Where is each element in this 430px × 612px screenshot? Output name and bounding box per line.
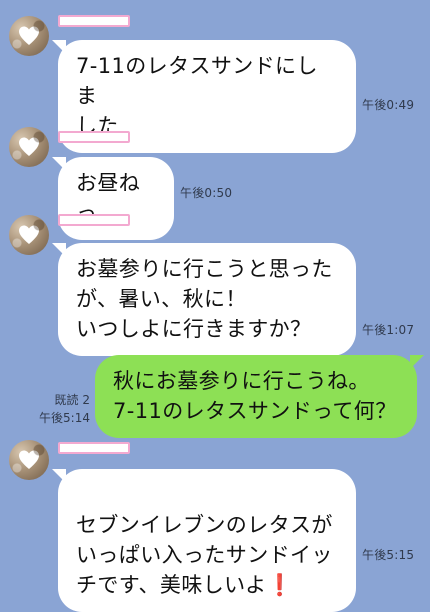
message-bubble[interactable]: セブンイレブンのレタスが いっぱい入ったサンドイッ チです、美味しいよ❗: [58, 469, 356, 612]
heart-avatar-icon: [19, 450, 39, 469]
heart-avatar-icon: [19, 137, 39, 156]
sender-avatar[interactable]: [9, 16, 49, 56]
sender-name-redacted: [58, 214, 130, 226]
message-time: 午後5:14: [39, 411, 90, 425]
read-receipt: 既読 2: [54, 393, 90, 407]
message-bubble[interactable]: 秋にお墓参りに行こうね。 7-11のレタスサンドって何？: [95, 355, 417, 438]
sender-avatar[interactable]: [9, 127, 49, 167]
sender-name-redacted: [58, 15, 130, 27]
message-bubble[interactable]: お昼ねっ: [58, 157, 174, 240]
message-time: 午後0:49: [362, 98, 415, 112]
sender-name-redacted: [58, 442, 130, 454]
message-text: セブンイレブンのレタスが いっぱい入ったサンドイッ チです、美味しいよ: [76, 513, 333, 597]
message-time: 午後1:07: [362, 323, 415, 337]
message-time: 午後5:15: [362, 548, 415, 562]
message-bubble[interactable]: お墓参りに行こうと思った が、暑い、秋に！ いつしよに行きますか？: [58, 243, 356, 356]
sender-avatar[interactable]: [9, 215, 49, 255]
message-time: 午後0:50: [180, 186, 233, 200]
sender-name-redacted: [58, 131, 130, 143]
chat-thread: 7-11のレタスサンドにしま した 午後0:49 お昼ねっ 午後0:50 お墓参…: [0, 0, 430, 612]
heart-avatar-icon: [19, 26, 39, 45]
heart-avatar-icon: [19, 225, 39, 244]
sender-avatar[interactable]: [9, 440, 49, 480]
